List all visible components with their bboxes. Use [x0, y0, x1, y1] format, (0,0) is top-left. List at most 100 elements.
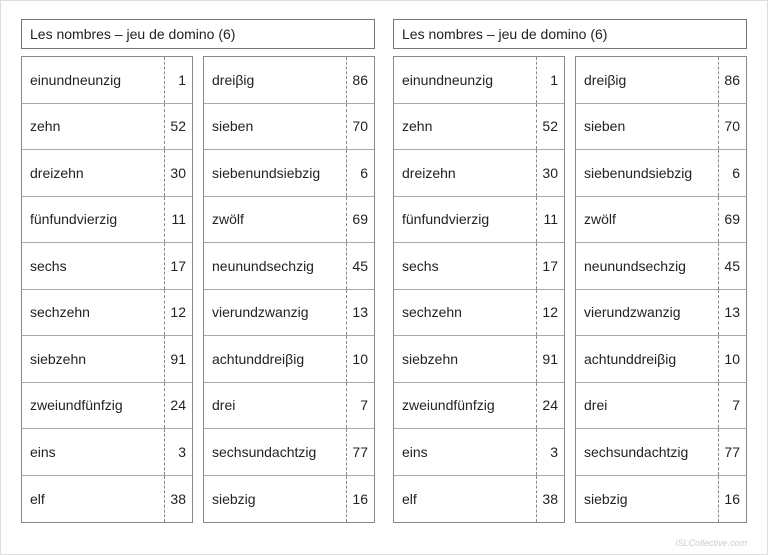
- domino-row: achtunddreiβig10: [576, 336, 746, 383]
- domino-row: siebenundsiebzig6: [576, 150, 746, 197]
- columns-left: einundneunzig1zehn52dreizehn30fünfundvie…: [21, 56, 375, 523]
- column-left-1: einundneunzig1zehn52dreizehn30fünfundvie…: [21, 56, 193, 523]
- domino-number: 30: [164, 150, 192, 196]
- domino-row: zehn52: [22, 104, 192, 151]
- domino-number: 86: [346, 57, 374, 103]
- domino-word: siebenundsiebzig: [204, 165, 346, 181]
- worksheet-page: Les nombres – jeu de domino (6) einundne…: [21, 19, 747, 523]
- domino-word: sechzehn: [22, 304, 164, 320]
- column-right-2: dreiβig86sieben70siebenundsiebzig6zwölf6…: [575, 56, 747, 523]
- domino-number: 70: [346, 104, 374, 150]
- domino-row: zweiundfünfzig24: [394, 383, 564, 430]
- watermark: iSLCollective.com: [675, 538, 747, 548]
- domino-row: siebzehn91: [394, 336, 564, 383]
- domino-number: 38: [536, 476, 564, 523]
- domino-number: 52: [536, 104, 564, 150]
- domino-number: 17: [536, 243, 564, 289]
- title-left: Les nombres – jeu de domino (6): [21, 19, 375, 49]
- domino-number: 13: [346, 290, 374, 336]
- domino-number: 17: [164, 243, 192, 289]
- domino-number: 52: [164, 104, 192, 150]
- domino-row: siebzehn91: [22, 336, 192, 383]
- columns-right: einundneunzig1zehn52dreizehn30fünfundvie…: [393, 56, 747, 523]
- domino-row: achtunddreiβig10: [204, 336, 374, 383]
- worksheet-left: Les nombres – jeu de domino (6) einundne…: [21, 19, 375, 523]
- domino-word: sechs: [22, 258, 164, 274]
- domino-row: sieben70: [204, 104, 374, 151]
- domino-row: eins3: [394, 429, 564, 476]
- domino-word: dreiβig: [204, 72, 346, 88]
- domino-word: zweiundfünfzig: [394, 397, 536, 413]
- domino-number: 3: [536, 429, 564, 475]
- domino-word: eins: [22, 444, 164, 460]
- domino-number: 10: [718, 336, 746, 382]
- domino-word: dreizehn: [394, 165, 536, 181]
- worksheet-right: Les nombres – jeu de domino (6) einundne…: [393, 19, 747, 523]
- domino-row: elf38: [22, 476, 192, 523]
- domino-row: sechs17: [394, 243, 564, 290]
- domino-word: siebzig: [576, 491, 718, 507]
- domino-number: 3: [164, 429, 192, 475]
- domino-number: 86: [718, 57, 746, 103]
- domino-word: siebzehn: [394, 351, 536, 367]
- domino-row: sechsundachtzig77: [576, 429, 746, 476]
- domino-number: 6: [346, 150, 374, 196]
- domino-number: 70: [718, 104, 746, 150]
- column-right-1: einundneunzig1zehn52dreizehn30fünfundvie…: [393, 56, 565, 523]
- domino-row: neunundsechzig45: [576, 243, 746, 290]
- domino-row: sechzehn12: [394, 290, 564, 337]
- domino-word: zwölf: [576, 211, 718, 227]
- domino-row: eins3: [22, 429, 192, 476]
- domino-word: fünfundvierzig: [394, 211, 536, 227]
- domino-word: sieben: [204, 118, 346, 134]
- domino-word: achtunddreiβig: [204, 351, 346, 367]
- domino-row: elf38: [394, 476, 564, 523]
- domino-word: sechsundachtzig: [576, 444, 718, 460]
- domino-row: neunundsechzig45: [204, 243, 374, 290]
- domino-number: 13: [718, 290, 746, 336]
- domino-number: 6: [718, 150, 746, 196]
- domino-number: 77: [718, 429, 746, 475]
- domino-word: siebzig: [204, 491, 346, 507]
- domino-row: einundneunzig1: [22, 57, 192, 104]
- domino-number: 24: [536, 383, 564, 429]
- domino-word: sechsundachtzig: [204, 444, 346, 460]
- domino-number: 45: [346, 243, 374, 289]
- domino-row: zehn52: [394, 104, 564, 151]
- domino-number: 1: [164, 57, 192, 103]
- domino-row: sechzehn12: [22, 290, 192, 337]
- domino-word: sechs: [394, 258, 536, 274]
- domino-row: drei7: [576, 383, 746, 430]
- domino-number: 12: [164, 290, 192, 336]
- domino-number: 91: [164, 336, 192, 382]
- domino-row: drei7: [204, 383, 374, 430]
- domino-number: 7: [718, 383, 746, 429]
- domino-row: siebzig16: [576, 476, 746, 523]
- column-left-2: dreiβig86sieben70siebenundsiebzig6zwölf6…: [203, 56, 375, 523]
- domino-number: 7: [346, 383, 374, 429]
- domino-number: 45: [718, 243, 746, 289]
- domino-number: 91: [536, 336, 564, 382]
- domino-row: siebenundsiebzig6: [204, 150, 374, 197]
- domino-number: 11: [536, 197, 564, 243]
- domino-row: zweiundfünfzig24: [22, 383, 192, 430]
- domino-word: fünfundvierzig: [22, 211, 164, 227]
- domino-word: vierundzwanzig: [576, 304, 718, 320]
- domino-row: dreizehn30: [22, 150, 192, 197]
- domino-row: zwölf69: [204, 197, 374, 244]
- domino-number: 12: [536, 290, 564, 336]
- domino-word: zehn: [22, 118, 164, 134]
- domino-row: dreiβig86: [204, 57, 374, 104]
- domino-row: zwölf69: [576, 197, 746, 244]
- domino-word: sechzehn: [394, 304, 536, 320]
- domino-word: eins: [394, 444, 536, 460]
- domino-row: siebzig16: [204, 476, 374, 523]
- domino-number: 1: [536, 57, 564, 103]
- domino-row: dreiβig86: [576, 57, 746, 104]
- domino-word: drei: [576, 397, 718, 413]
- domino-number: 30: [536, 150, 564, 196]
- domino-number: 77: [346, 429, 374, 475]
- domino-word: elf: [394, 491, 536, 507]
- domino-number: 16: [718, 476, 746, 523]
- domino-row: sieben70: [576, 104, 746, 151]
